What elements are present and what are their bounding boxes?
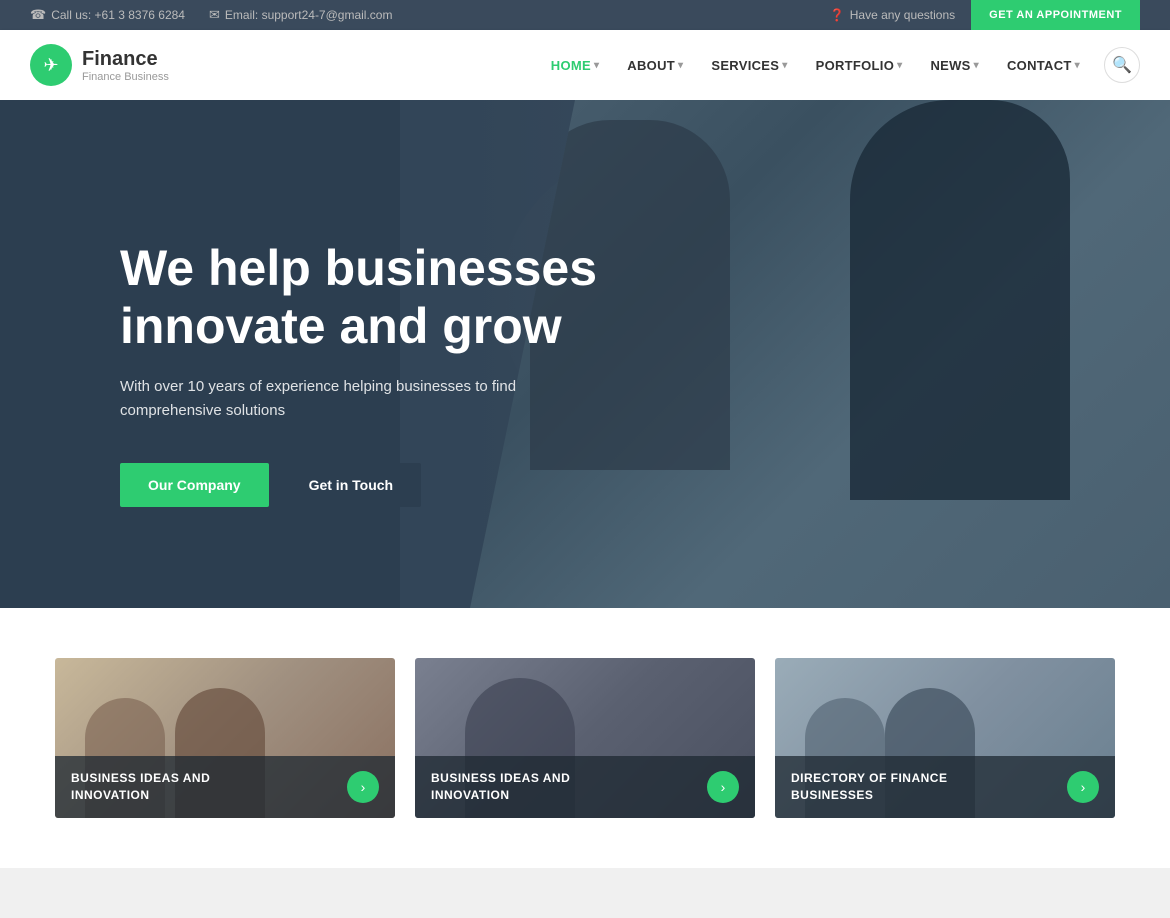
card-2-arrow: › (707, 771, 739, 803)
top-bar: ☎ Call us: +61 3 8376 6284 ✉ Email: supp… (0, 0, 1170, 30)
our-company-button[interactable]: Our Company (120, 463, 269, 507)
logo-text: Finance Finance Business (82, 48, 169, 83)
phone-info: ☎ Call us: +61 3 8376 6284 (30, 7, 185, 23)
logo-icon: ✈ (30, 44, 72, 86)
nav-portfolio-caret: ▾ (897, 60, 902, 71)
nav-news-label: NEWS (930, 58, 970, 73)
hero-subtitle: With over 10 years of experience helping… (120, 375, 540, 423)
nav-about-caret: ▾ (678, 60, 683, 71)
question-icon: ❓ (830, 8, 845, 22)
card-2-label: BUSINESS IDEAS AND INNOVATION (431, 770, 631, 804)
card-2[interactable]: BUSINESS IDEAS AND INNOVATION › (415, 658, 755, 818)
nav-contact[interactable]: CONTACT ▾ (995, 50, 1092, 81)
search-button[interactable]: 🔍 (1104, 47, 1140, 83)
top-bar-left: ☎ Call us: +61 3 8376 6284 ✉ Email: supp… (30, 7, 392, 23)
get-in-touch-button[interactable]: Get in Touch (281, 463, 422, 507)
nav-portfolio[interactable]: PORTFOLIO ▾ (804, 50, 915, 81)
nav-contact-caret: ▾ (1075, 60, 1080, 71)
phone-icon: ☎ (30, 7, 46, 23)
appointment-button[interactable]: GET AN APPOINTMENT (971, 0, 1140, 30)
nav-services-caret: ▾ (782, 60, 787, 71)
nav-news-caret: ▾ (974, 60, 979, 71)
header: ✈ Finance Finance Business HOME ▾ ABOUT … (0, 30, 1170, 100)
nav-services-label: SERVICES (711, 58, 779, 73)
card-3-label: DIRECTORY OF FINANCE BUSINESSES (791, 770, 991, 804)
nav-services[interactable]: SERVICES ▾ (699, 50, 799, 81)
question-label: Have any questions (850, 8, 955, 22)
email-label: Email: support24-7@gmail.com (225, 8, 393, 22)
cards-section: BUSINESS IDEAS AND INNOVATION › BUSINESS… (0, 608, 1170, 868)
logo-subtitle: Finance Business (82, 71, 169, 83)
logo-symbol: ✈ (43, 55, 58, 76)
nav-contact-label: CONTACT (1007, 58, 1072, 73)
nav-home[interactable]: HOME ▾ (539, 50, 612, 81)
nav-portfolio-label: PORTFOLIO (816, 58, 895, 73)
email-info: ✉ Email: support24-7@gmail.com (209, 7, 392, 23)
card-3-overlay: DIRECTORY OF FINANCE BUSINESSES › (775, 756, 1115, 818)
logo-title: Finance (82, 48, 169, 71)
hero-title: We help businesses innovate and grow (120, 240, 720, 355)
nav-home-caret: ▾ (594, 60, 599, 71)
question-info: ❓ Have any questions (830, 8, 955, 22)
top-bar-right: ❓ Have any questions GET AN APPOINTMENT (830, 0, 1140, 30)
phone-label: Call us: +61 3 8376 6284 (51, 8, 185, 22)
card-1[interactable]: BUSINESS IDEAS AND INNOVATION › (55, 658, 395, 818)
hero-buttons: Our Company Get in Touch (120, 463, 720, 507)
card-3[interactable]: DIRECTORY OF FINANCE BUSINESSES › (775, 658, 1115, 818)
hero-section: We help businesses innovate and grow Wit… (0, 100, 1170, 608)
card-1-arrow: › (347, 771, 379, 803)
hero-content: We help businesses innovate and grow Wit… (120, 240, 720, 507)
nav-about-label: ABOUT (627, 58, 675, 73)
logo: ✈ Finance Finance Business (30, 44, 169, 86)
card-3-arrow: › (1067, 771, 1099, 803)
bottom-strip (0, 868, 1170, 918)
nav-news[interactable]: NEWS ▾ (918, 50, 991, 81)
email-icon: ✉ (209, 7, 220, 23)
card-1-label: BUSINESS IDEAS AND INNOVATION (71, 770, 271, 804)
nav-home-label: HOME (551, 58, 591, 73)
card-1-overlay: BUSINESS IDEAS AND INNOVATION › (55, 756, 395, 818)
card-2-overlay: BUSINESS IDEAS AND INNOVATION › (415, 756, 755, 818)
main-nav: HOME ▾ ABOUT ▾ SERVICES ▾ PORTFOLIO ▾ NE… (539, 47, 1140, 83)
search-icon: 🔍 (1112, 55, 1132, 75)
nav-about[interactable]: ABOUT ▾ (615, 50, 695, 81)
